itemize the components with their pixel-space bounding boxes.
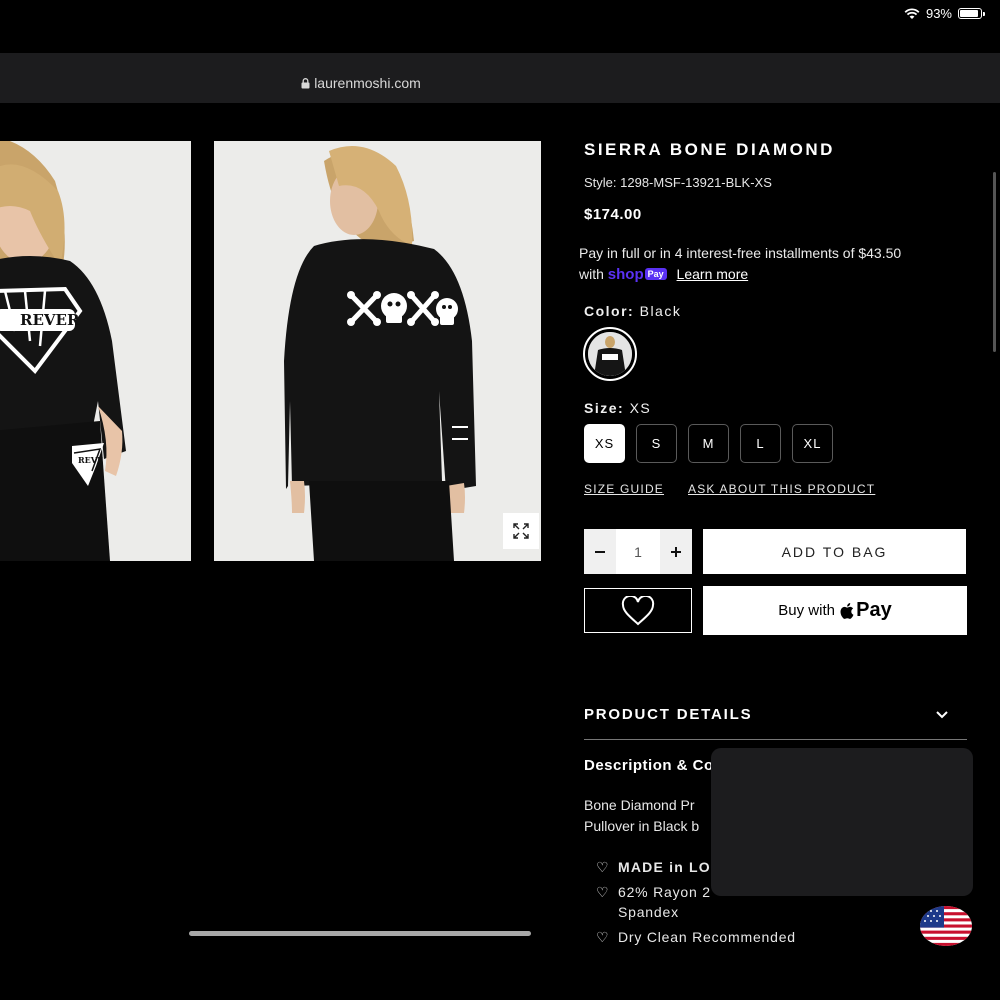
us-flag-icon: [920, 906, 972, 946]
color-swatch-black[interactable]: [583, 327, 637, 381]
size-label: Size: XS: [584, 400, 651, 416]
product-price: $174.00: [584, 206, 642, 223]
apple-pay-text: Pay: [856, 599, 892, 621]
product-image-back[interactable]: [214, 141, 541, 561]
increase-quantity-button[interactable]: [660, 529, 692, 574]
url-text: laurenmoshi.com: [314, 75, 421, 91]
product-details-heading[interactable]: PRODUCT DETAILS: [584, 706, 752, 723]
minus-icon: [595, 550, 605, 553]
shirt-print-text: REVER: [20, 311, 80, 329]
feature-made-in: MADE in LO: [618, 859, 711, 875]
description-text: Bone Diamond Pr Pullover in Black b: [584, 795, 699, 837]
page-scrollbar[interactable]: [993, 172, 996, 352]
shop-pay-word: shop: [607, 266, 644, 283]
lock-icon: [301, 78, 310, 89]
heart-bullet-icon: ♡: [596, 929, 610, 945]
size-option-xl[interactable]: XL: [792, 424, 833, 463]
description-line-2: Pullover in Black b: [584, 818, 700, 834]
add-to-bag-button[interactable]: ADD TO BAG: [703, 529, 966, 574]
expand-image-button[interactable]: [503, 513, 539, 549]
feature-fabric-line-1: 62% Rayon 2: [618, 884, 711, 900]
color-label: Color: Black: [584, 303, 681, 319]
size-option-s[interactable]: S: [636, 424, 677, 463]
shop-pay-line: with shop Pay Learn more: [579, 266, 748, 283]
size-option-xs[interactable]: XS: [584, 424, 625, 463]
status-indicators: 93%: [904, 6, 985, 21]
heart-icon: [621, 595, 655, 625]
size-value: XS: [629, 400, 652, 416]
ask-about-product-link[interactable]: ASK ABOUT THIS PRODUCT: [688, 482, 875, 496]
wifi-icon: [904, 7, 920, 19]
list-item: ♡ Dry Clean Recommended: [596, 927, 796, 947]
apple-logo-icon: [840, 602, 854, 619]
learn-more-link[interactable]: Learn more: [677, 266, 749, 282]
battery-percent: 93%: [925, 6, 952, 21]
shop-pay-logo: shop Pay: [608, 266, 667, 283]
swatch-thumbnail-icon: [588, 332, 632, 376]
feature-fabric-line-2: Spandex: [618, 904, 679, 920]
heart-bullet-icon: ♡: [596, 884, 610, 900]
installments-text: Pay in full or in 4 interest-free instal…: [579, 245, 902, 261]
size-label-text: Size:: [584, 400, 625, 416]
plus-icon: [671, 546, 681, 557]
size-guide-link[interactable]: SIZE GUIDE: [584, 482, 664, 496]
installments-with: with: [579, 266, 604, 282]
color-label-text: Color:: [584, 303, 635, 319]
home-indicator[interactable]: [189, 931, 531, 936]
size-option-m[interactable]: M: [688, 424, 729, 463]
expand-icon: [513, 523, 529, 539]
address-bar[interactable]: laurenmoshi.com: [0, 75, 722, 91]
shop-pay-badge: Pay: [644, 268, 667, 280]
browser-toolbar: laurenmoshi.com: [0, 53, 1000, 103]
product-image-front[interactable]: REVER REVE: [0, 141, 191, 561]
description-heading: Description & Co: [584, 757, 714, 774]
product-style: Style: 1298-MSF-13921-BLK-XS: [584, 175, 772, 190]
decrease-quantity-button[interactable]: [584, 529, 616, 574]
battery-icon: [958, 8, 985, 19]
quantity-input[interactable]: 1: [616, 529, 660, 574]
status-bar: 93%: [0, 0, 1000, 53]
color-value: Black: [639, 303, 682, 319]
heart-bullet-icon: ♡: [596, 859, 610, 875]
wishlist-button[interactable]: [584, 588, 692, 633]
overlay-popup[interactable]: [711, 748, 973, 896]
chevron-down-icon[interactable]: [935, 710, 949, 720]
details-divider: [584, 739, 967, 740]
apple-pay-button[interactable]: Buy with Pay: [703, 586, 967, 635]
product-title: SIERRA BONE DIAMOND: [584, 140, 835, 159]
size-option-l[interactable]: L: [740, 424, 781, 463]
quantity-stepper: 1: [584, 529, 692, 574]
description-line-1: Bone Diamond Pr: [584, 797, 695, 813]
feature-care: Dry Clean Recommended: [618, 929, 796, 945]
country-selector[interactable]: [920, 906, 972, 946]
pants-print-text: REVE: [78, 455, 103, 465]
buy-with-text: Buy with: [778, 602, 835, 619]
